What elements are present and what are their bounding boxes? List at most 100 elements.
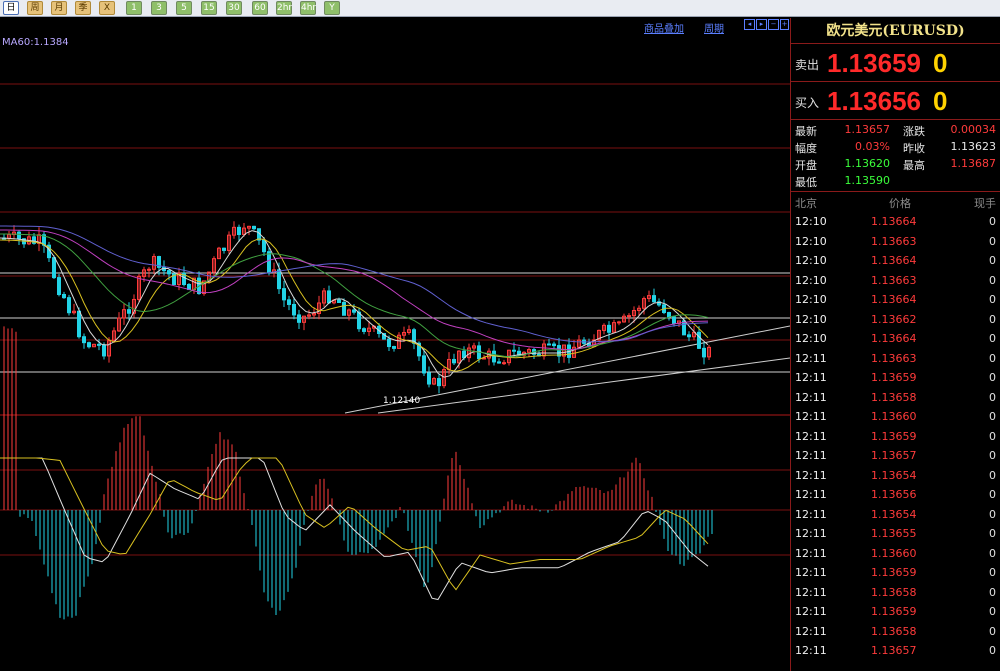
stat-value: 0.00034 [950,123,997,136]
candle-body [352,309,356,313]
tick-volume: 0 [989,351,996,365]
period-button-9[interactable]: 30 [226,1,242,15]
tick-row[interactable]: 12:11 1.13663 0 [791,349,1000,369]
tick-time: 12:11 [795,644,827,657]
tick-price: 1.13659 [871,605,917,618]
candle-body [422,355,426,374]
period-button-7[interactable]: 5 [176,1,192,15]
tick-row[interactable]: 12:11 1.13655 0 [791,524,1000,544]
buy-label: 买入 [795,96,820,110]
tick-price: 1.13654 [871,507,917,521]
ticks-header: 北京 价格 现手 [791,192,1000,212]
ticks-header-volume: 现手 [974,197,996,210]
tick-row[interactable]: 12:11 1.13658 0 [791,583,1000,603]
tick-row[interactable]: 12:11 1.13654 0 [791,466,1000,486]
stat-value: 1.13687 [950,157,997,170]
period-button-13[interactable]: Y [324,1,340,15]
candle-body [77,310,81,338]
candle-body [222,247,226,251]
tick-price: 1.13664 [871,332,917,345]
tick-price: 1.13660 [871,546,917,560]
zoom-out-icon[interactable]: − [768,19,779,30]
period-button-8[interactable]: 15 [201,1,217,15]
period-button-11[interactable]: 2hr [276,1,292,15]
stat-key: 涨跌 [903,125,925,138]
arrow-left-icon[interactable]: ◂ [744,19,755,30]
tick-volume: 0 [989,234,996,248]
period-button-1[interactable]: 周 [27,1,43,15]
add-product-link[interactable]: 商品叠加 [644,20,684,35]
candle-body [297,314,301,323]
ticks-list[interactable]: 12:10 1.13664 0 12:10 1.13663 0 12:10 1.13664 0 1… [791,212,1000,661]
period-button-6[interactable]: 3 [151,1,167,15]
period-button-12[interactable]: 4hr [300,1,316,15]
tick-price: 1.13655 [871,527,917,540]
candle-body [52,257,56,279]
sell-price-row[interactable]: 卖出 1.13659 0 [791,44,1000,82]
tick-row[interactable]: 12:11 1.13659 0 [791,427,1000,447]
buy-price-row[interactable]: 买入 1.13656 0 [791,82,1000,120]
tick-row[interactable]: 12:11 1.13656 0 [791,485,1000,505]
kline-chart-area[interactable]: MA60:1.1384 商品叠加 周期 ◂ ▸ − + 1.12140 [0,18,790,671]
tick-row[interactable]: 12:11 1.13660 0 [791,544,1000,564]
candle-body [452,358,456,364]
stat-key: 开盘 [795,159,817,172]
tick-row[interactable]: 12:11 1.13660 0 [791,407,1000,427]
period-button-3[interactable]: 季 [75,1,91,15]
tick-row[interactable]: 12:10 1.13664 0 [791,290,1000,310]
stat-key: 最新 [795,125,817,138]
period-button-2[interactable]: 月 [51,1,67,15]
tick-row[interactable]: 12:10 1.13662 0 [791,310,1000,330]
tick-row[interactable]: 12:10 1.13663 0 [791,271,1000,291]
tick-row[interactable]: 12:11 1.13659 0 [791,602,1000,622]
candle-body [287,299,291,305]
macd-dif-line [0,457,709,601]
tick-volume: 0 [989,273,996,287]
ma60-label: MA60:1.1384 [2,37,69,48]
period-button-4[interactable]: X [99,1,115,15]
candle-body [617,321,621,324]
ma-line-magenta [0,229,709,351]
kline-chart[interactable] [0,18,790,671]
candle-body [87,342,91,348]
tick-time: 12:11 [795,488,827,501]
tick-row[interactable]: 12:11 1.13659 0 [791,368,1000,388]
tick-row[interactable]: 12:11 1.13658 0 [791,388,1000,408]
period-link[interactable]: 周期 [704,20,724,35]
tick-row[interactable]: 12:10 1.13664 0 [791,251,1000,271]
candle-body [292,303,296,316]
tick-row[interactable]: 12:10 1.13664 0 [791,329,1000,349]
tick-time: 12:11 [795,605,827,618]
tick-volume: 0 [989,449,996,462]
tick-time: 12:11 [795,624,827,638]
candle-body [697,331,701,349]
zoom-in-icon[interactable]: + [780,19,789,30]
tick-time: 12:11 [795,566,827,579]
candle-body [627,315,631,318]
candle-body [237,226,241,235]
stat-row: 幅度 0.03% 昨收 1.13623 [791,139,1000,156]
period-button-0[interactable]: 日 [3,1,19,15]
tick-price: 1.13657 [871,449,917,462]
candle-body [62,293,66,299]
period-button-5[interactable]: 1 [126,1,142,15]
arrow-right-icon[interactable]: ▸ [756,19,767,30]
tick-time: 12:10 [795,273,827,287]
tick-row[interactable]: 12:10 1.13664 0 [791,212,1000,232]
tick-row[interactable]: 12:10 1.13663 0 [791,232,1000,252]
candle-body [252,225,256,230]
tick-row[interactable]: 12:11 1.13658 0 [791,622,1000,642]
period-button-10[interactable]: 60 [252,1,268,15]
tick-volume: 0 [989,546,996,560]
tick-time: 12:11 [795,410,827,423]
candle-body [357,311,361,330]
tick-price: 1.13656 [871,488,917,501]
tick-row[interactable]: 12:11 1.13659 0 [791,563,1000,583]
tick-row[interactable]: 12:11 1.13657 0 [791,446,1000,466]
candle-body [547,343,551,346]
stat-key: 幅度 [795,142,817,155]
tick-row[interactable]: 12:11 1.13657 0 [791,641,1000,661]
ma-line-white [0,230,709,378]
tick-time: 12:10 [795,234,827,248]
tick-row[interactable]: 12:11 1.13654 0 [791,505,1000,525]
